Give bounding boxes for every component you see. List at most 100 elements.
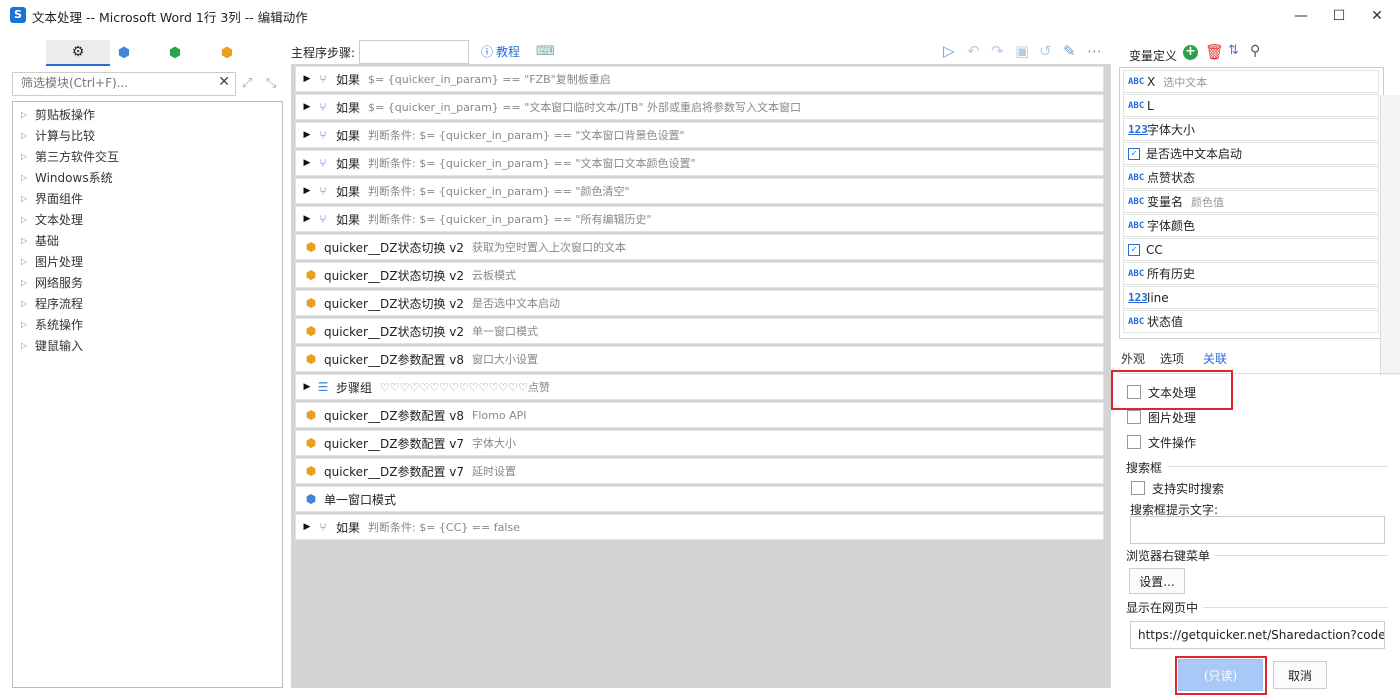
variable-row[interactable]: ABC 所有历史 <box>1123 262 1379 285</box>
tree-item[interactable]: ▷ 第三方软件交互 <box>21 146 119 166</box>
checkbox-label: 图片处理 <box>1148 411 1197 425</box>
variable-row[interactable]: 123 line <box>1123 286 1379 309</box>
more-icon[interactable]: ⋯ <box>1087 42 1102 60</box>
module-filter-input[interactable] <box>21 76 211 90</box>
run-icon[interactable]: ▷ <box>943 42 955 60</box>
variable-row[interactable]: ABC 字体颜色 <box>1123 214 1379 237</box>
step-row[interactable]: ▶ ⑂ 如果 $= {quicker_in_param} == "FZB"复制板重启 <box>295 66 1104 92</box>
settings-button[interactable]: 设置... <box>1129 568 1185 594</box>
step-row[interactable]: ⬢ quicker__DZ状态切换 v2 单一窗口模式 <box>295 318 1104 344</box>
expand-all-icon[interactable]: ⤢ <box>242 76 252 91</box>
step-description: 单一窗口模式 <box>472 325 539 338</box>
variable-row[interactable]: ABC L <box>1123 94 1379 117</box>
step-row[interactable]: ⬢ quicker__DZ状态切换 v2 是否选中文本启动 <box>295 290 1104 316</box>
step-row[interactable]: ⬢ quicker__DZ参数配置 v7 延时设置 <box>295 458 1104 484</box>
tree-item[interactable]: ▷ 文本处理 <box>21 209 83 229</box>
undo-icon[interactable]: ↶ <box>967 42 980 60</box>
expand-triangle-icon[interactable]: ▷ <box>21 278 35 287</box>
expand-triangle-icon[interactable]: ▷ <box>21 110 35 119</box>
expand-triangle-icon[interactable]: ▷ <box>21 173 35 182</box>
highlight-box <box>1111 370 1233 410</box>
variable-row[interactable]: ABC 状态值 <box>1123 310 1379 333</box>
variable-row[interactable]: ABC 点赞状态 <box>1123 166 1379 189</box>
tree-item[interactable]: ▷ 图片处理 <box>21 251 83 271</box>
variable-row[interactable]: ABC X 选中文本 <box>1123 70 1379 93</box>
variable-row[interactable]: ABC 变量名 颜色值 <box>1123 190 1379 213</box>
tutorial-link[interactable]: ⓘ 教程 <box>481 43 520 60</box>
search-hint-input[interactable] <box>1130 516 1385 544</box>
tab-options[interactable]: 选项 <box>1160 350 1184 367</box>
checkbox-file-operation[interactable] <box>1127 435 1141 449</box>
step-row[interactable]: ▶ ⑂ 如果 判断条件: $= {quicker_in_param} == "颜色清空… <box>295 178 1104 204</box>
expand-triangle-icon[interactable]: ▷ <box>21 194 35 203</box>
expand-triangle-icon[interactable]: ▷ <box>21 341 35 350</box>
checkbox-realtime-search[interactable] <box>1131 481 1145 495</box>
step-description: 判断条件: $= {CC} == false <box>368 521 520 534</box>
redo-icon[interactable]: ↷ <box>991 42 1004 60</box>
expand-triangle-icon[interactable]: ▷ <box>21 215 35 224</box>
highlight-box <box>1175 656 1267 695</box>
step-group-icon: ☰ <box>317 380 329 394</box>
step-row[interactable]: ▶ ☰ 步骤组 ♡♡♡♡♡♡♡♡♡♡♡♡♡♡♡点赞 <box>295 374 1104 400</box>
variable-row[interactable]: ✓ CC <box>1123 238 1379 261</box>
tree-item[interactable]: ▷ Windows系统 <box>21 167 113 187</box>
tree-item[interactable]: ▷ 基础 <box>21 230 59 250</box>
save-icon[interactable]: ▣ <box>1015 42 1029 60</box>
step-row[interactable]: ⬢ 单一窗口模式 <box>295 486 1104 512</box>
tutorial-label: 教程 <box>496 45 521 59</box>
tab-association[interactable]: 关联 <box>1203 350 1228 372</box>
step-row[interactable]: ▶ ⑂ 如果 判断条件: $= {quicker_in_param} == "所有编辑… <box>295 206 1104 232</box>
expand-arrow-icon[interactable]: ▶ <box>300 74 314 84</box>
tab-appearance[interactable]: 外观 <box>1121 350 1145 367</box>
main-steps-input[interactable] <box>359 40 469 64</box>
variable-name: X <box>1147 74 1156 89</box>
tree-item[interactable]: ▷ 计算与比较 <box>21 125 95 145</box>
filter-icon[interactable]: ⚲ <box>1250 43 1260 59</box>
step-name: quicker__DZ参数配置 v8 <box>324 352 465 367</box>
tree-item[interactable]: ▷ 剪贴板操作 <box>21 104 95 124</box>
expand-triangle-icon[interactable]: ▷ <box>21 299 35 308</box>
expand-arrow-icon[interactable]: ▶ <box>300 214 314 224</box>
expand-triangle-icon[interactable]: ▷ <box>21 131 35 140</box>
expand-arrow-icon[interactable]: ▶ <box>300 522 314 532</box>
close-icon[interactable]: ✕ <box>218 74 230 90</box>
collapse-all-icon[interactable]: ⤡ <box>266 76 276 91</box>
expand-triangle-icon[interactable]: ▷ <box>21 320 35 329</box>
add-variable-icon[interactable]: + <box>1183 45 1198 60</box>
web-url-field[interactable]: https://getquicker.net/Sharedaction?code <box>1130 621 1385 649</box>
checkbox-image-processing[interactable] <box>1127 410 1141 424</box>
cancel-button[interactable]: 取消 <box>1273 661 1327 689</box>
side-dock-strip[interactable] <box>1380 95 1400 375</box>
sort-icon[interactable]: ⇅ <box>1228 43 1239 58</box>
expand-arrow-icon[interactable]: ▶ <box>300 158 314 168</box>
tree-item[interactable]: ▷ 程序流程 <box>21 293 83 313</box>
expand-arrow-icon[interactable]: ▶ <box>300 130 314 140</box>
history-icon[interactable]: ↺ <box>1039 42 1052 60</box>
step-row[interactable]: ▶ ⑂ 如果 判断条件: $= {quicker_in_param} == "文本窗口… <box>295 122 1104 148</box>
tree-item[interactable]: ▷ 键鼠输入 <box>21 335 83 355</box>
keyboard-icon[interactable]: ⌨ <box>536 44 555 59</box>
step-row[interactable]: ▶ ⑂ 如果 判断条件: $= {quicker_in_param} == "文本窗口… <box>295 150 1104 176</box>
step-row[interactable]: ⬢ quicker__DZ参数配置 v7 字体大小 <box>295 430 1104 456</box>
tree-item[interactable]: ▷ 界面组件 <box>21 188 83 208</box>
expand-arrow-icon[interactable]: ▶ <box>300 186 314 196</box>
step-row[interactable]: ⬢ quicker__DZ参数配置 v8 窗口大小设置 <box>295 346 1104 372</box>
close-button[interactable]: ✕ <box>1354 0 1400 32</box>
step-row[interactable]: ▶ ⑂ 如果 判断条件: $= {CC} == false <box>295 514 1104 540</box>
variable-row[interactable]: ✓ 是否选中文本启动 <box>1123 142 1379 165</box>
edit-icon[interactable]: ✎ <box>1063 42 1076 60</box>
step-row[interactable]: ▶ ⑂ 如果 $= {quicker_in_param} == "文本窗口临时文本/J… <box>295 94 1104 120</box>
expand-triangle-icon[interactable]: ▷ <box>21 152 35 161</box>
tree-item[interactable]: ▷ 系统操作 <box>21 314 83 334</box>
expand-arrow-icon[interactable]: ▶ <box>300 382 314 392</box>
orange-cubes-icon[interactable]: ⬢ <box>195 40 259 66</box>
variable-row[interactable]: 123 字体大小 <box>1123 118 1379 141</box>
step-row[interactable]: ⬢ quicker__DZ参数配置 v8 Flomo API <box>295 402 1104 428</box>
step-row[interactable]: ⬢ quicker__DZ状态切换 v2 获取为空时置入上次窗口的文本 <box>295 234 1104 260</box>
tree-item[interactable]: ▷ 网络服务 <box>21 272 83 292</box>
expand-arrow-icon[interactable]: ▶ <box>300 102 314 112</box>
step-row[interactable]: ⬢ quicker__DZ状态切换 v2 云板模式 <box>295 262 1104 288</box>
expand-triangle-icon[interactable]: ▷ <box>21 257 35 266</box>
delete-variable-icon[interactable]: 🗑 <box>1205 43 1224 61</box>
expand-triangle-icon[interactable]: ▷ <box>21 236 35 245</box>
